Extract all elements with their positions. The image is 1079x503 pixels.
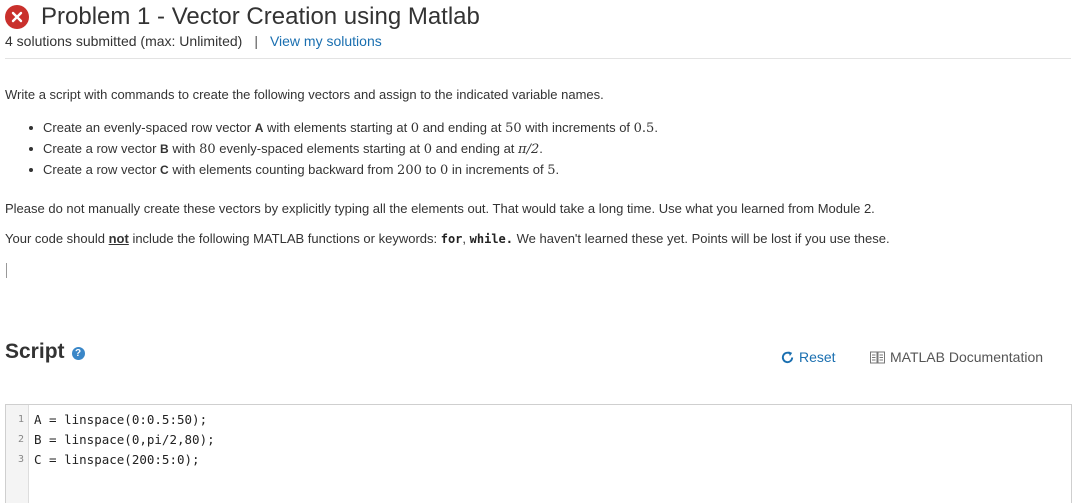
math-value: 5 [547,163,556,178]
script-title: Script [5,340,65,363]
line-number: 1 [17,414,24,425]
line-number: 3 [17,454,24,465]
problem-header: Problem 1 - Vector Creation using Matlab… [5,0,1071,59]
book-icon [870,351,885,363]
math-value: 0.5 [633,121,655,136]
bullet-text: with increments of [521,120,634,135]
variable-name: B [160,142,169,156]
bullet-text: Create a row vector [43,162,161,177]
code-text[interactable]: B = linspace(0,pi/2,80); [34,430,215,450]
documentation-label: MATLAB Documentation [890,349,1044,365]
code-line: 1 A = linspace(0:0.5:50); [6,410,1071,430]
code-text[interactable]: A = linspace(0:0.5:50); [34,410,207,430]
page-title: Problem 1 - Vector Creation using Matlab [41,3,480,30]
line-number: 2 [17,434,24,445]
problem-page: Problem 1 - Vector Creation using Matlab… [0,0,1079,503]
code-line: 3 C = linspace(200:5:0); [6,450,1071,470]
x-circle-icon [5,5,29,29]
bullet-text: with elements starting at [263,120,411,135]
bullet-text: in increments of [448,162,548,177]
restriction-part: Your code should [5,231,109,246]
bullet-text: . [654,120,658,135]
list-item: Create a row vector B with 80 evenly-spa… [29,138,658,159]
bullet-text: with [168,141,200,156]
requirements-list: Create an evenly-spaced row vector A wit… [29,117,658,180]
bullet-text: . [539,141,543,156]
code-editor[interactable]: 1 A = linspace(0:0.5:50); 2 B = linspace… [5,404,1072,503]
bullet-text: and ending at [432,141,519,156]
reset-label: Reset [799,349,836,365]
text-cursor [6,263,7,278]
list-item: Create an evenly-spaced row vector A wit… [29,117,658,138]
title-row: Problem 1 - Vector Creation using Matlab [5,3,480,31]
bullet-text: . [555,162,560,177]
math-value: 50 [505,121,522,136]
code-text[interactable]: C = linspace(200:5:0); [34,450,200,470]
submission-count: 4 solutions submitted (max: Unlimited) [5,33,243,49]
bullet-text: to [421,162,440,177]
restriction-text: Your code should not include the followi… [5,231,890,246]
bullet-text: Create a row vector [43,141,161,156]
reset-button[interactable]: Reset [780,349,836,365]
submission-info: 4 solutions submitted (max: Unlimited) | V… [5,33,382,49]
restriction-part: We haven't learned these yet. Points wil… [513,231,890,246]
math-value: 0 [410,121,420,136]
list-item: Create a row vector C with elements coun… [29,159,658,180]
math-value: 0 [439,163,449,178]
refresh-icon [781,350,794,363]
variable-name: C [160,163,169,177]
matlab-documentation-button[interactable]: MATLAB Documentation [870,349,1043,365]
emphasis-not: not [108,231,129,246]
view-solutions-link[interactable]: View my solutions [270,33,382,49]
note-text: Please do not manually create these vect… [5,201,875,216]
bullet-text: with elements counting backward from [168,162,398,177]
bullet-text: and ending at [419,120,506,135]
bullet-text: evenly-spaced elements starting at [215,141,424,156]
math-value: 200 [397,163,422,178]
math-value: π/2 [518,142,540,157]
code-line: 2 B = linspace(0,pi/2,80); [6,430,1071,450]
bullet-text: Create an evenly-spaced row vector [43,120,255,135]
intro-text: Write a script with commands to create t… [5,87,604,102]
math-value: 80 [199,142,216,157]
restriction-part: , [462,231,470,246]
separator: | [254,33,258,49]
keyword-while: while. [469,232,514,246]
script-heading: Script ? [5,340,85,364]
keyword-for: for [440,232,463,246]
restriction-part: include the following MATLAB functions o… [128,231,441,246]
math-value: 0 [423,142,432,157]
question-circle-icon[interactable]: ? [71,346,85,360]
